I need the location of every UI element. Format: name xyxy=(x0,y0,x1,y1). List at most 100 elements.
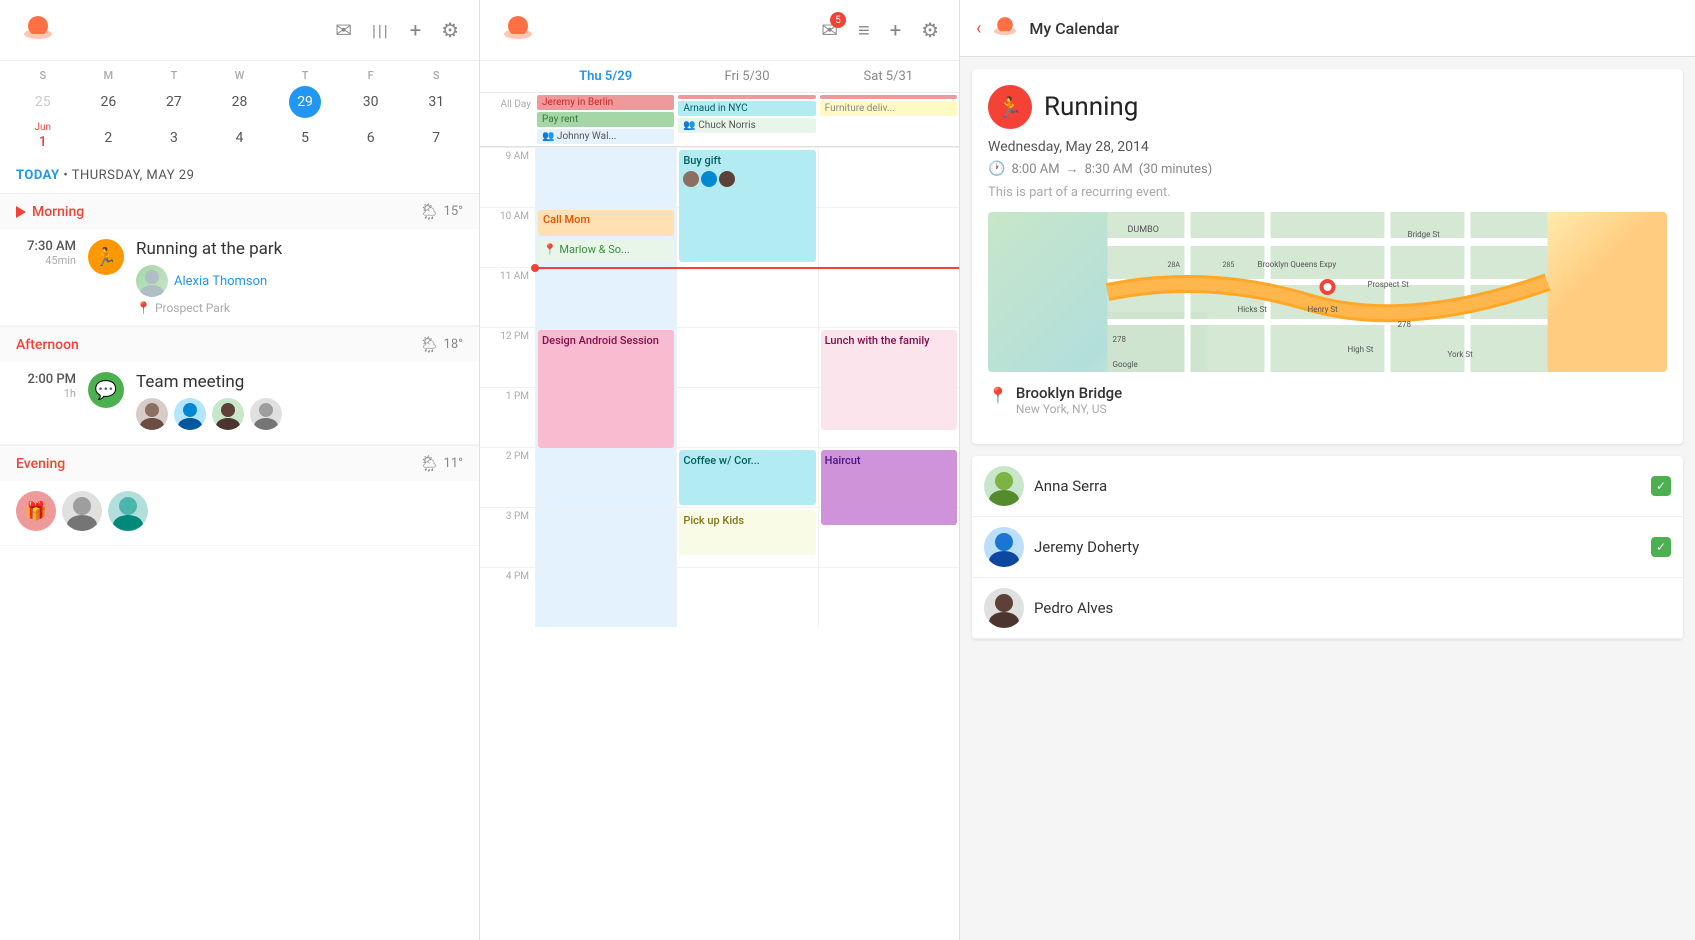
time-11am: 11 AM xyxy=(480,267,535,327)
settings-icon-2[interactable]: ⚙ xyxy=(921,18,939,42)
cal-day-31[interactable]: 31 xyxy=(420,86,452,118)
event-furniture[interactable]: Furniture deliv... xyxy=(820,101,957,116)
afternoon-weather: 🌦 18° xyxy=(419,335,463,354)
header-icons-2: ✉ 5 ≡ + ⚙ xyxy=(821,18,939,43)
morning-event-running[interactable]: 7:30 AM 45min 🏃 Running at the park Alex… xyxy=(0,229,479,326)
week-col-headers: Thu 5/29 Fri 5/30 Sat 5/31 xyxy=(480,61,959,93)
event-jeremy-berlin-sat xyxy=(820,95,957,99)
sat-2pm: Haircut xyxy=(818,447,959,507)
location-details: Brooklyn Bridge New York, NY, US xyxy=(1016,384,1122,416)
settings-icon[interactable]: ⚙ xyxy=(441,18,459,42)
event-buy-gift[interactable]: Buy gift xyxy=(679,150,815,262)
cal-day-6[interactable]: 6 xyxy=(355,122,387,154)
sat-10am xyxy=(818,207,959,267)
thu-9am xyxy=(535,147,676,207)
panel-week-view: ✉ 5 ≡ + ⚙ Thu 5/29 Fri 5/30 Sat 5/31 All… xyxy=(480,0,960,940)
attendee-anna[interactable]: Anna Serra ✓ xyxy=(972,456,1683,517)
add-icon[interactable]: + xyxy=(410,18,421,42)
cal-day-2[interactable]: 2 xyxy=(92,122,124,154)
col-fri[interactable]: Fri 5/30 xyxy=(676,61,817,92)
all-day-section: All Day Jeremy in Berlin Pay rent 👥 John… xyxy=(480,93,959,147)
cal-day-7[interactable]: 7 xyxy=(420,122,452,154)
cal-day-29-today[interactable]: 29 xyxy=(289,86,321,118)
event-chuck-norris[interactable]: 👥 Chuck Norris xyxy=(678,118,815,133)
cal-day-3[interactable]: 3 xyxy=(158,122,190,154)
header-icons: ✉ ||| + ⚙ xyxy=(335,18,459,42)
evening-label-text: Evening xyxy=(16,456,65,472)
evening-attendees: 🎁 xyxy=(16,491,148,531)
location-text: Prospect Park xyxy=(155,301,230,315)
cal-day-4[interactable]: 4 xyxy=(223,122,255,154)
cal-day-25[interactable]: 25 xyxy=(27,86,59,118)
row-11am: 11 AM xyxy=(480,267,959,327)
event-johnny-wal[interactable]: 👥 Johnny Wal... xyxy=(537,129,674,144)
evening-temp: 11° xyxy=(444,456,463,471)
event-attendees-running: Alexia Thomson xyxy=(136,265,463,297)
location-sub: New York, NY, US xyxy=(1016,402,1122,416)
time-2pm: 2 PM xyxy=(480,447,535,507)
time-1pm: 1 PM xyxy=(480,387,535,447)
event-map[interactable]: DUMBO Bridge St Brooklyn Queens Expy Pro… xyxy=(988,212,1667,372)
event-time-afternoon: 2:00 PM 1h xyxy=(16,372,76,400)
event-design-android[interactable]: Design Android Session xyxy=(538,330,674,448)
avatar-jeremy xyxy=(984,527,1024,567)
event-icon-meeting: 💬 xyxy=(88,372,124,408)
weekday-t2: T xyxy=(272,69,338,82)
event-lunch-family[interactable]: Lunch with the family xyxy=(821,330,957,430)
cal-day-5[interactable]: 5 xyxy=(289,122,321,154)
event-call-mom[interactable]: Call Mom xyxy=(538,210,674,236)
svg-text:Brooklyn Queens Expy: Brooklyn Queens Expy xyxy=(1258,260,1337,269)
col-sat[interactable]: Sat 5/31 xyxy=(818,61,959,92)
panel-month-day: ✉ ||| + ⚙ S M T W T F S 25 26 27 28 xyxy=(0,0,480,940)
svg-text:York St: York St xyxy=(1448,350,1474,359)
back-button[interactable]: ‹ xyxy=(976,18,981,39)
event-pay-rent[interactable]: Pay rent xyxy=(537,112,674,127)
hamburger-icon[interactable]: ≡ xyxy=(858,18,870,43)
add-icon-2[interactable]: + xyxy=(890,18,901,42)
cal-day-26[interactable]: 26 xyxy=(92,86,124,118)
panel-event-detail: ‹ My Calendar 🏃 Running Wednesday, May 2… xyxy=(960,0,1695,940)
event-arnaud-nyc[interactable]: Arnaud in NYC xyxy=(678,101,815,116)
event-marlow[interactable]: 📍 Marlow & So... xyxy=(538,240,674,262)
running-icon: 🏃 xyxy=(95,247,117,268)
gift-avatar1 xyxy=(683,171,699,187)
row-12pm: 12 PM Design Android Session Lunch with … xyxy=(480,327,959,387)
afternoon-section-header: Afternoon 🌦 18° xyxy=(0,326,479,362)
event-pickup-kids[interactable]: Pick up Kids xyxy=(679,510,815,555)
app-logo xyxy=(20,12,56,48)
cal-day-27[interactable]: 27 xyxy=(158,86,190,118)
cal-day-30[interactable]: 30 xyxy=(355,86,387,118)
morning-label-text: Morning xyxy=(32,204,84,220)
avatar-person4 xyxy=(250,398,282,430)
avatar-anna xyxy=(984,466,1024,506)
avatar-person1 xyxy=(136,398,168,430)
time-9am: 9 AM xyxy=(480,147,535,207)
all-day-label: All Day xyxy=(480,93,535,146)
afternoon-weather-icon: 🌦 xyxy=(419,335,439,354)
svg-text:Prospect St: Prospect St xyxy=(1368,280,1410,289)
event-details-running: Running at the park Alexia Thomson 📍 Pro… xyxy=(136,239,463,315)
menu-icon[interactable]: ||| xyxy=(372,21,390,40)
attendee-pedro[interactable]: Pedro Alves xyxy=(972,578,1683,639)
col-thu[interactable]: Thu 5/29 xyxy=(535,61,676,92)
weekday-s1: S xyxy=(10,69,76,82)
event-jeremy-berlin[interactable]: Jeremy in Berlin xyxy=(537,95,674,110)
afternoon-label: Afternoon xyxy=(16,337,79,353)
fri-12pm xyxy=(676,327,817,387)
thu-4pm xyxy=(535,567,676,627)
afternoon-event-meeting[interactable]: 2:00 PM 1h 💬 Team meeting xyxy=(0,362,479,445)
mail-badge-wrapper[interactable]: ✉ 5 xyxy=(821,18,838,42)
cal-jun-1[interactable]: Jun 1 xyxy=(10,122,76,154)
time-4pm: 4 PM xyxy=(480,567,535,627)
cal-day-28[interactable]: 28 xyxy=(223,86,255,118)
event-duration-pm: 1h xyxy=(16,387,76,400)
mail-icon[interactable]: ✉ xyxy=(335,18,352,42)
avatar-gift: 🎁 xyxy=(16,491,56,531)
event-coffee[interactable]: Coffee w/ Cor... xyxy=(679,450,815,505)
event-recurring-note: This is part of a recurring event. xyxy=(988,185,1667,200)
running-icon-detail: 🏃 xyxy=(998,95,1023,119)
event-haircut[interactable]: Haircut xyxy=(821,450,957,525)
evening-weather: 🌦 11° xyxy=(419,454,463,473)
attendee-jeremy[interactable]: Jeremy Doherty ✓ xyxy=(972,517,1683,578)
thu-allday-col: Jeremy in Berlin Pay rent 👥 Johnny Wal..… xyxy=(535,93,676,146)
